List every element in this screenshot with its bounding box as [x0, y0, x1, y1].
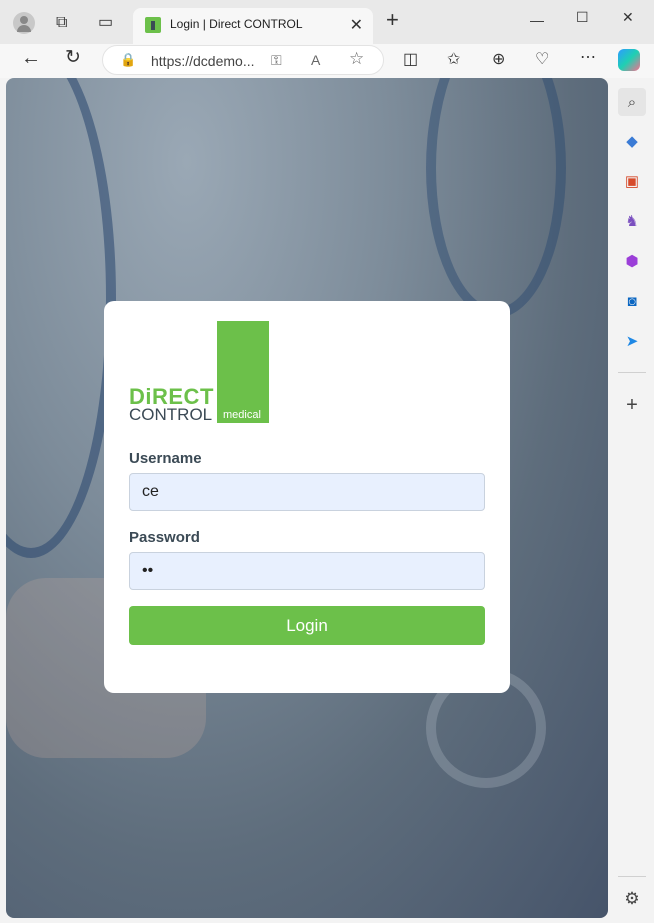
- sidebar-divider: [618, 372, 646, 373]
- background-stethoscope: [6, 78, 116, 558]
- maximize-button[interactable]: ☐: [576, 9, 589, 25]
- profile-avatar[interactable]: [13, 12, 35, 34]
- tab-close-icon[interactable]: ✕: [350, 15, 363, 35]
- favorites-icon[interactable]: ✩: [447, 52, 460, 68]
- address-bar[interactable]: 🔒 https://dcdemo... ⚿ A ☆: [102, 45, 384, 75]
- add-icon[interactable]: +: [621, 394, 643, 416]
- login-card: medical DiRECT CONTROL Username Password…: [104, 301, 510, 693]
- title-bar: ⧉ ▭ Login | Direct CONTROL ✕ + — ☐ ✕: [0, 0, 654, 44]
- favorite-star-icon[interactable]: ☆: [349, 50, 364, 67]
- tab-title: Login | Direct CONTROL: [170, 17, 303, 31]
- toolbox-icon[interactable]: ▣: [621, 170, 643, 192]
- username-field[interactable]: [129, 473, 485, 511]
- settings-icon[interactable]: ⚙: [621, 888, 643, 910]
- background-stethoscope-tube: [426, 78, 566, 318]
- username-label: Username: [129, 450, 202, 467]
- login-button[interactable]: Login: [129, 606, 485, 645]
- sidebar-divider: [618, 876, 646, 877]
- page-background: medical DiRECT CONTROL Username Password…: [6, 78, 608, 918]
- logo-control-text: CONTROL: [129, 405, 213, 424]
- browser-toolbar: ← ↻ 🔒 https://dcdemo... ⚿ A ☆ ◫ ✩ ⊕ ♡ ⋯: [0, 44, 654, 78]
- chess-icon[interactable]: ♞: [621, 210, 643, 232]
- edge-sidebar: ⌕ ◆ ▣ ♞ ⬢ ◙ ➤ + ⚙: [610, 78, 654, 923]
- key-icon[interactable]: ⚿: [271, 52, 282, 68]
- copilot-icon[interactable]: [618, 49, 640, 71]
- close-window-button[interactable]: ✕: [622, 9, 634, 25]
- more-options-icon[interactable]: ⋯: [580, 50, 596, 66]
- read-aloud-icon[interactable]: A: [311, 52, 320, 68]
- split-screen-icon[interactable]: ◫: [403, 52, 418, 68]
- favicon-icon: [145, 17, 161, 33]
- tag-icon[interactable]: ◆: [621, 130, 643, 152]
- telegram-icon[interactable]: ➤: [621, 330, 643, 352]
- logo-medical-text: medical: [223, 409, 261, 421]
- search-icon[interactable]: ⌕: [618, 88, 646, 116]
- back-icon[interactable]: ←: [21, 48, 41, 68]
- new-tab-button[interactable]: +: [386, 9, 399, 31]
- workspaces-icon[interactable]: ⧉: [56, 15, 67, 31]
- outlook-icon[interactable]: ◙: [621, 290, 643, 312]
- office-icon[interactable]: ⬢: [621, 250, 643, 272]
- password-field[interactable]: [129, 552, 485, 590]
- minimize-button[interactable]: —: [530, 12, 544, 28]
- active-tab[interactable]: Login | Direct CONTROL ✕: [133, 8, 373, 44]
- tab-actions-icon[interactable]: ▭: [98, 15, 113, 31]
- lock-icon[interactable]: 🔒: [120, 52, 136, 68]
- password-label: Password: [129, 529, 200, 546]
- url-text: https://dcdemo...: [151, 53, 255, 69]
- logo-bar: medical: [217, 321, 269, 423]
- collections-icon[interactable]: ⊕: [492, 52, 505, 68]
- browser-essentials-icon[interactable]: ♡: [535, 52, 549, 68]
- refresh-icon[interactable]: ↻: [65, 48, 81, 67]
